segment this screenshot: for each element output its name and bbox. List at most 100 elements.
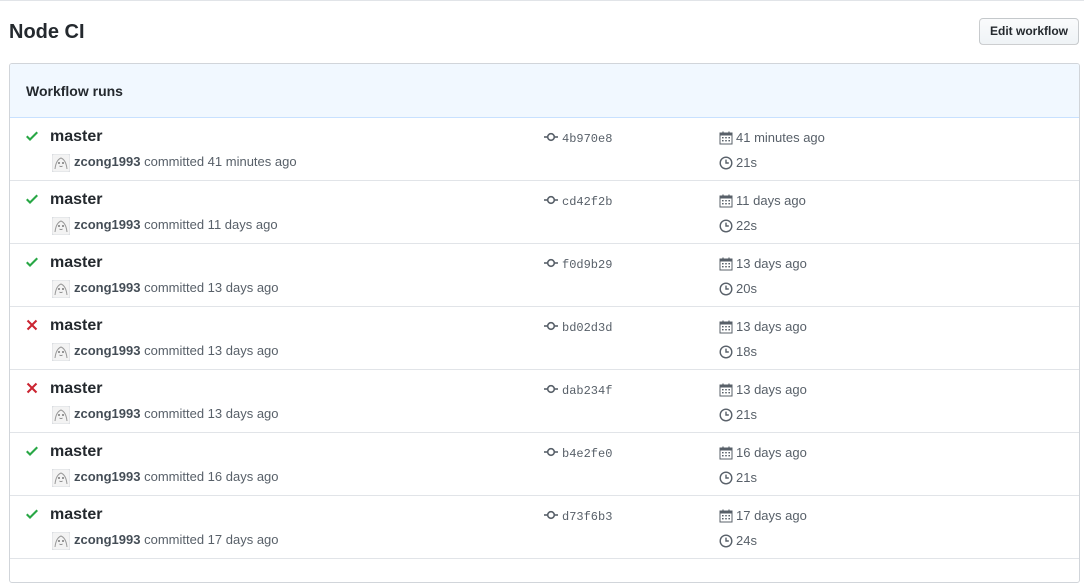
commit-sha[interactable]: dab234f — [544, 382, 612, 399]
committer-username[interactable]: zcong1993 — [74, 532, 140, 547]
commit-sha[interactable]: f0d9b29 — [544, 256, 612, 273]
workflow-run-row[interactable]: master zcong1993 committed 17 days ago d73… — [10, 496, 1079, 559]
check-icon — [25, 191, 39, 207]
run-duration-text: 21s — [736, 155, 757, 170]
run-timestamp: 16 days ago — [719, 444, 807, 462]
commit-sha-text[interactable]: d73f6b3 — [562, 510, 612, 524]
run-branch-link[interactable]: master — [50, 190, 102, 210]
committed-time-text: committed 16 days ago — [144, 469, 279, 484]
workflow-run-row[interactable]: master zcong1993 committed 11 days ago cd4… — [10, 181, 1079, 244]
calendar-icon — [719, 446, 733, 460]
run-timestamp: 11 days ago — [719, 192, 806, 210]
commit-info: zcong1993 committed 17 days ago — [74, 531, 279, 549]
run-timestamp-text: 13 days ago — [736, 319, 807, 334]
run-timestamp-text: 13 days ago — [736, 382, 807, 397]
calendar-icon — [719, 194, 733, 208]
workflow-run-row[interactable]: master zcong1993 committed 13 days ago f0d… — [10, 244, 1079, 307]
clock-icon — [719, 282, 733, 296]
run-branch-link[interactable]: master — [50, 316, 102, 336]
commit-sha-text[interactable]: 4b970e8 — [562, 132, 612, 146]
run-branch-link[interactable]: master — [50, 253, 102, 273]
committed-time-text: committed 41 minutes ago — [144, 154, 297, 169]
run-duration-text: 21s — [736, 407, 757, 422]
run-duration: 21s — [719, 406, 757, 424]
git-commit-icon — [544, 445, 558, 459]
clock-icon — [719, 345, 733, 359]
git-commit-icon — [544, 193, 558, 207]
commit-sha-text[interactable]: b4e2fe0 — [562, 447, 612, 461]
committer-username[interactable]: zcong1993 — [74, 280, 140, 295]
run-branch-link[interactable]: master — [50, 127, 102, 147]
committer-username[interactable]: zcong1993 — [74, 217, 140, 232]
run-branch-link[interactable]: master — [50, 505, 102, 525]
avatar[interactable] — [51, 342, 71, 362]
commit-sha-text[interactable]: dab234f — [562, 384, 612, 398]
committed-time-text: committed 13 days ago — [144, 343, 279, 358]
clock-icon — [719, 471, 733, 485]
clock-icon — [719, 408, 733, 422]
edit-workflow-button[interactable]: Edit workflow — [979, 18, 1079, 45]
commit-info: zcong1993 committed 13 days ago — [74, 342, 279, 360]
workflow-runs-header: Workflow runs — [10, 64, 1079, 118]
run-duration: 18s — [719, 343, 757, 361]
commit-info: zcong1993 committed 11 days ago — [74, 216, 278, 234]
workflow-run-row[interactable]: master zcong1993 committed 16 days ago b4e… — [10, 433, 1079, 496]
calendar-icon — [719, 320, 733, 334]
git-commit-icon — [544, 382, 558, 396]
commit-sha-text[interactable]: f0d9b29 — [562, 258, 612, 272]
run-timestamp: 13 days ago — [719, 255, 807, 273]
commit-info: zcong1993 committed 13 days ago — [74, 405, 279, 423]
check-icon — [25, 443, 39, 459]
run-timestamp-text: 16 days ago — [736, 445, 807, 460]
commit-sha-text[interactable]: bd02d3d — [562, 321, 612, 335]
committed-time-text: committed 11 days ago — [144, 217, 278, 232]
run-duration-text: 20s — [736, 281, 757, 296]
commit-sha[interactable]: d73f6b3 — [544, 508, 612, 525]
check-icon — [25, 506, 39, 522]
workflow-run-row[interactable]: master zcong1993 committed 41 minutes ago… — [10, 118, 1079, 181]
run-duration: 21s — [719, 154, 757, 172]
check-icon — [25, 128, 39, 144]
workflow-runs-box: Workflow runs master zcong1993 committed … — [9, 63, 1080, 583]
workflow-run-row[interactable]: master zcong1993 committed 13 days ago bd0… — [10, 307, 1079, 370]
git-commit-icon — [544, 130, 558, 144]
run-timestamp-text: 17 days ago — [736, 508, 807, 523]
calendar-icon — [719, 509, 733, 523]
avatar[interactable] — [51, 279, 71, 299]
committed-time-text: committed 13 days ago — [144, 280, 279, 295]
run-timestamp-text: 11 days ago — [736, 193, 806, 208]
page-title: Node CI — [9, 21, 85, 43]
run-branch-link[interactable]: master — [50, 379, 102, 399]
committer-username[interactable]: zcong1993 — [74, 469, 140, 484]
avatar[interactable] — [51, 405, 71, 425]
committer-username[interactable]: zcong1993 — [74, 343, 140, 358]
commit-sha-text[interactable]: cd42f2b — [562, 195, 612, 209]
commit-info: zcong1993 committed 41 minutes ago — [74, 153, 297, 171]
run-duration: 24s — [719, 532, 757, 550]
commit-sha[interactable]: cd42f2b — [544, 193, 612, 210]
commit-sha[interactable]: bd02d3d — [544, 319, 612, 336]
avatar[interactable] — [51, 468, 71, 488]
run-timestamp: 13 days ago — [719, 381, 807, 399]
workflow-run-row[interactable]: master zcong1993 committed 13 days ago dab… — [10, 370, 1079, 433]
run-duration-text: 18s — [736, 344, 757, 359]
x-icon — [25, 380, 39, 396]
committer-username[interactable]: zcong1993 — [74, 406, 140, 421]
avatar[interactable] — [51, 531, 71, 551]
committer-username[interactable]: zcong1993 — [74, 154, 140, 169]
calendar-icon — [719, 257, 733, 271]
run-duration-text: 22s — [736, 218, 757, 233]
run-duration-text: 21s — [736, 470, 757, 485]
avatar[interactable] — [51, 153, 71, 173]
commit-sha[interactable]: b4e2fe0 — [544, 445, 612, 462]
committed-time-text: committed 17 days ago — [144, 532, 279, 547]
run-duration: 22s — [719, 217, 757, 235]
run-branch-link[interactable]: master — [50, 442, 102, 462]
run-timestamp: 17 days ago — [719, 507, 807, 525]
commit-sha[interactable]: 4b970e8 — [544, 130, 612, 147]
clock-icon — [719, 219, 733, 233]
run-timestamp: 13 days ago — [719, 318, 807, 336]
clock-icon — [719, 156, 733, 170]
git-commit-icon — [544, 508, 558, 522]
avatar[interactable] — [51, 216, 71, 236]
